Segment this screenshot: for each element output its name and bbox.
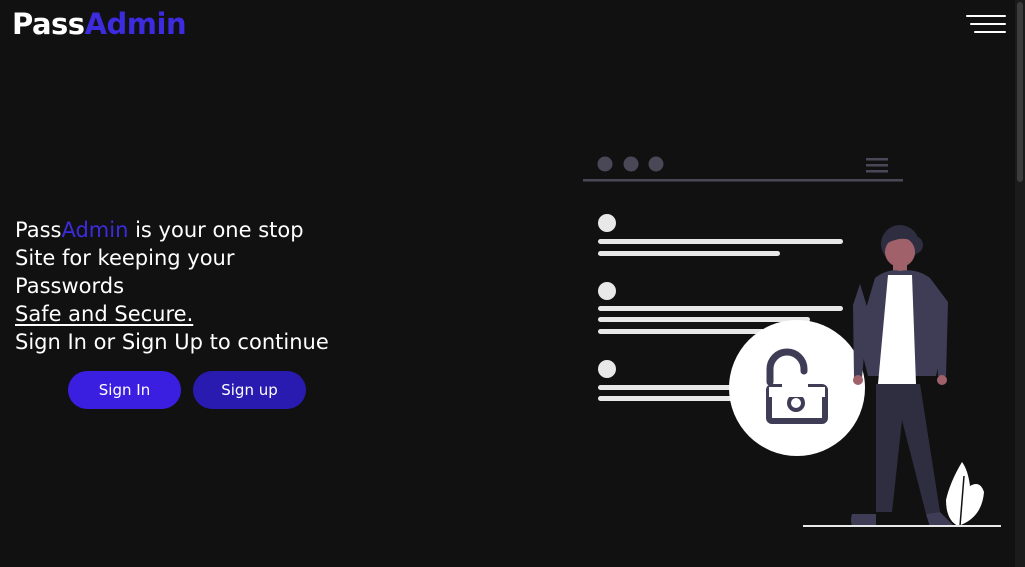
hero-line-4-safe-secure: Safe and Secure. bbox=[15, 302, 194, 326]
scrollbar[interactable] bbox=[1015, 0, 1025, 567]
hero-text: PassAdmin is your one stop Site for keep… bbox=[15, 216, 395, 356]
person-unlocked-padlock-illustration bbox=[583, 156, 1001, 527]
leaf-decoration-icon bbox=[946, 462, 984, 527]
menu-bar-top bbox=[966, 15, 1006, 17]
window-dot-icon bbox=[597, 156, 613, 172]
person-figure bbox=[851, 225, 954, 527]
window-menu-icon bbox=[866, 158, 888, 173]
hero-line-1: PassAdmin is your one stop bbox=[15, 216, 395, 244]
window-dots bbox=[597, 156, 664, 172]
sign-in-button[interactable]: Sign In bbox=[68, 371, 181, 409]
hero-brand-admin: Admin bbox=[61, 218, 129, 242]
window-dot-icon bbox=[648, 156, 664, 172]
hero-line-2: Site for keeping your bbox=[15, 246, 235, 270]
menu-bar-bottom bbox=[974, 31, 1006, 33]
site-logo[interactable]: PassAdmin bbox=[12, 4, 187, 44]
logo-text-pass: Pass bbox=[12, 7, 85, 41]
hero-line-5: Sign In or Sign Up to continue bbox=[15, 330, 329, 354]
window-dot-icon bbox=[623, 156, 639, 172]
sign-up-button[interactable]: Sign up bbox=[193, 371, 306, 409]
hero-line-3: Passwords bbox=[15, 274, 125, 298]
unlocked-padlock-icon bbox=[729, 320, 865, 456]
logo-text-admin: Admin bbox=[84, 7, 187, 41]
window-header-divider bbox=[583, 179, 903, 182]
list-item bbox=[598, 214, 843, 256]
hamburger-menu-icon[interactable] bbox=[964, 12, 1006, 36]
hero-line-1-rest: is your one stop bbox=[128, 218, 304, 242]
ground-line bbox=[803, 525, 1001, 527]
hero-brand-pass: Pass bbox=[15, 218, 62, 242]
scrollbar-thumb[interactable] bbox=[1017, 2, 1023, 182]
menu-bar-middle bbox=[970, 23, 1006, 25]
